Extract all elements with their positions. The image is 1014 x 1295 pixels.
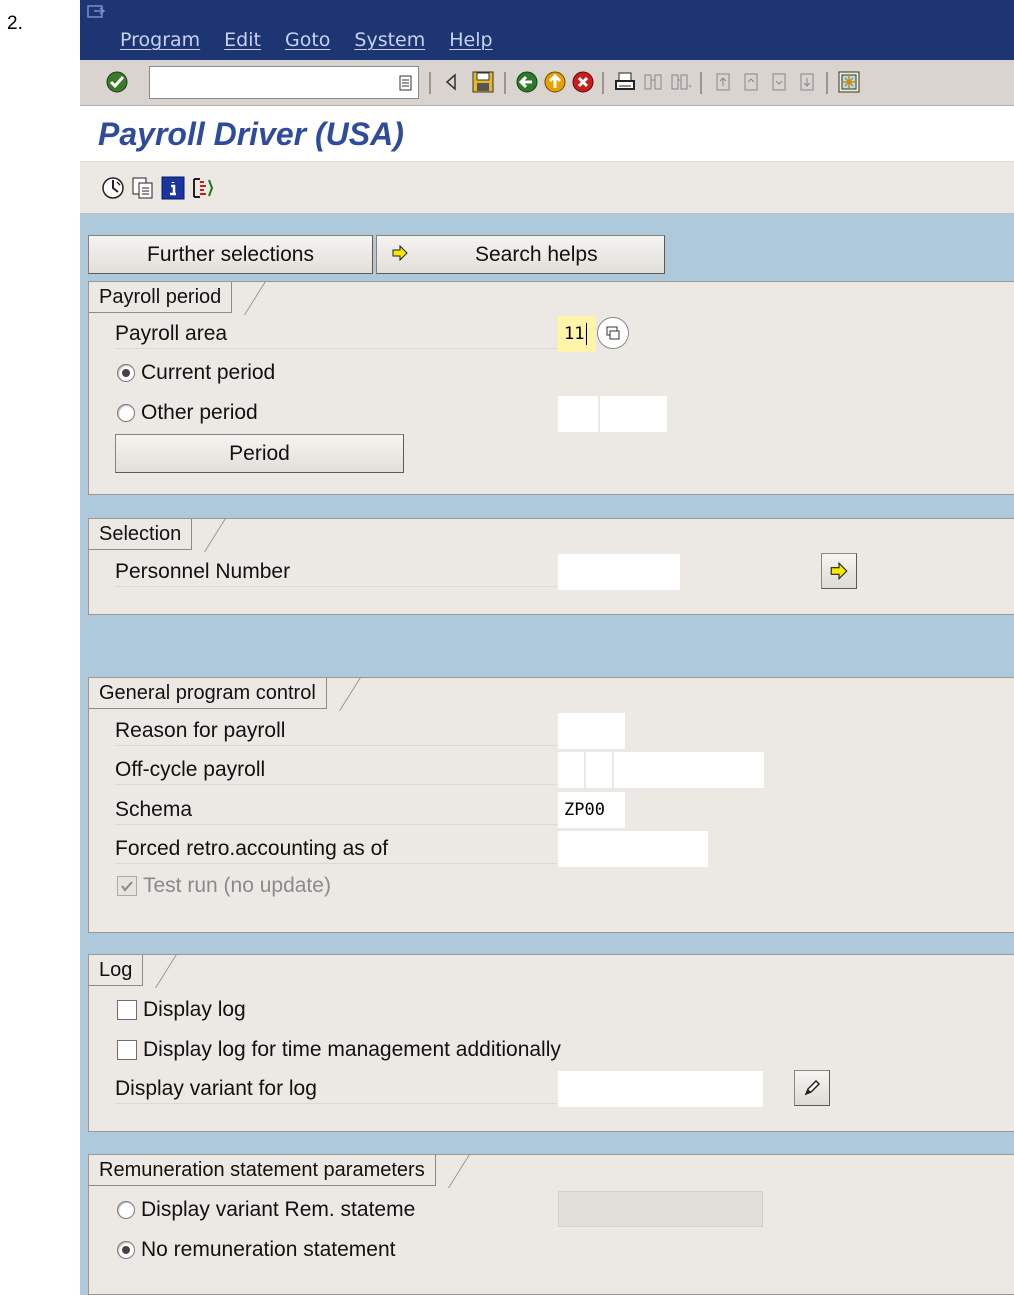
program-doc-icon[interactable] <box>160 175 186 201</box>
display-variant-log-input[interactable] <box>558 1071 763 1107</box>
page-title: Payroll Driver (USA) <box>98 116 404 152</box>
display-variant-log-label: Display variant for log <box>115 1074 557 1104</box>
command-history-icon[interactable] <box>399 75 413 91</box>
radio-current <box>117 364 135 382</box>
pencil-icon <box>804 1079 821 1096</box>
payroll-period-group: Payroll period Payroll area 11 Current p… <box>88 281 1014 495</box>
period-button[interactable]: Period <box>115 434 404 473</box>
command-field[interactable] <box>149 66 419 99</box>
menu-edit[interactable]: Edit <box>224 29 261 51</box>
arrow-right-icon <box>392 244 408 262</box>
off-cycle-payroll-label: Off-cycle payroll <box>115 755 557 785</box>
radio-display-variant <box>117 1201 135 1219</box>
back-icon[interactable] <box>514 69 540 95</box>
selection-screen: Further selections Search helps Payroll … <box>80 214 1014 1295</box>
forced-retro-input[interactable] <box>558 831 708 867</box>
log-group: Log Display log Display log for time man… <box>88 954 1014 1132</box>
general-program-control-group: General program control Reason for payro… <box>88 677 1014 933</box>
display-log-box <box>117 1000 137 1020</box>
print-icon[interactable] <box>612 69 638 95</box>
further-selections-button[interactable]: Further selections <box>88 235 373 274</box>
test-run-label: Test run (no update) <box>143 874 331 897</box>
radio-other <box>117 404 135 422</box>
edit-variant-button[interactable] <box>794 1070 830 1106</box>
remuneration-group: Remuneration statement parameters Displa… <box>88 1154 1014 1295</box>
selection-options-icon[interactable] <box>190 175 216 201</box>
display-log-time-box <box>117 1040 137 1060</box>
personnel-number-label: Personnel Number <box>115 557 557 587</box>
previous-page-icon[interactable] <box>738 69 764 95</box>
menu-system[interactable]: System <box>354 29 425 51</box>
application-toolbar <box>80 162 1014 214</box>
current-period-radio[interactable]: Current period <box>117 361 275 385</box>
display-variant-rem-radio[interactable]: Display variant Rem. stateme <box>117 1198 415 1222</box>
off-cycle-input-1[interactable] <box>558 752 584 788</box>
reason-for-payroll-input[interactable] <box>558 713 625 749</box>
cancel-icon[interactable] <box>570 69 596 95</box>
sap-window: Program Edit Goto System Help Payroll Dr… <box>80 0 1014 1295</box>
menu-help[interactable]: Help <box>449 29 492 51</box>
no-remuneration-label: No remuneration statement <box>141 1238 396 1261</box>
display-log-time-checkbox[interactable]: Display log for time management addition… <box>117 1038 561 1062</box>
period-input[interactable] <box>558 396 598 432</box>
command-input[interactable] <box>150 67 418 98</box>
display-variant-rem-input <box>558 1191 763 1227</box>
off-cycle-input-2[interactable] <box>586 752 612 788</box>
layout-menu-icon[interactable] <box>836 69 862 95</box>
value-help-icon[interactable] <box>597 317 629 349</box>
payroll-period-title: Payroll period <box>89 282 233 313</box>
first-page-icon[interactable] <box>710 69 736 95</box>
display-log-time-label: Display log for time management addition… <box>143 1038 561 1061</box>
menu-bar: Program Edit Goto System Help <box>80 0 1014 60</box>
exit-icon[interactable] <box>542 69 568 95</box>
personnel-number-input[interactable] <box>558 554 680 590</box>
search-helps-button[interactable]: Search helps <box>376 235 665 274</box>
selection-group: Selection Personnel Number <box>88 518 1014 615</box>
test-run-checkbox[interactable]: Test run (no update) <box>117 874 331 898</box>
other-period-radio[interactable]: Other period <box>117 401 258 425</box>
display-log-label: Display log <box>143 998 246 1021</box>
step-number: 2. <box>7 13 23 34</box>
display-log-checkbox[interactable]: Display log <box>117 998 246 1022</box>
schema-input[interactable]: ZP00 <box>558 792 625 828</box>
test-run-box <box>117 876 137 896</box>
display-variant-rem-label: Display variant Rem. stateme <box>141 1198 416 1221</box>
enter-icon[interactable] <box>104 69 130 95</box>
current-period-label: Current period <box>141 361 276 384</box>
schema-label: Schema <box>115 795 557 825</box>
last-page-icon[interactable] <box>794 69 820 95</box>
forced-retro-label: Forced retro.accounting as of <box>115 834 557 864</box>
back-arrow-icon[interactable] <box>438 69 464 95</box>
system-menu-icon[interactable] <box>85 4 107 22</box>
radio-no-remuneration <box>117 1241 135 1259</box>
get-variant-icon[interactable] <box>130 175 156 201</box>
no-remuneration-radio[interactable]: No remuneration statement <box>117 1238 395 1262</box>
title-bar: Payroll Driver (USA) <box>80 106 1014 162</box>
find-next-icon[interactable] <box>668 69 694 95</box>
selection-title: Selection <box>89 519 193 550</box>
payroll-area-label: Payroll area <box>115 319 557 349</box>
checkmark-icon <box>121 881 133 892</box>
payroll-area-input[interactable]: 11 <box>558 316 596 352</box>
arrow-right-icon <box>830 561 848 581</box>
general-program-control-title: General program control <box>89 678 327 709</box>
period-year-input[interactable] <box>600 396 667 432</box>
off-cycle-input-3[interactable] <box>614 752 764 788</box>
reason-for-payroll-label: Reason for payroll <box>115 716 557 746</box>
execute-icon[interactable] <box>100 175 126 201</box>
remuneration-title: Remuneration statement parameters <box>89 1155 436 1186</box>
standard-toolbar <box>80 60 1014 106</box>
menu-program[interactable]: Program <box>120 29 200 51</box>
other-period-label: Other period <box>141 401 258 424</box>
find-icon[interactable] <box>640 69 666 95</box>
next-page-icon[interactable] <box>766 69 792 95</box>
save-icon[interactable] <box>470 69 496 95</box>
multiple-selection-button[interactable] <box>821 553 857 589</box>
menu-goto[interactable]: Goto <box>285 29 330 51</box>
log-title: Log <box>89 955 144 986</box>
